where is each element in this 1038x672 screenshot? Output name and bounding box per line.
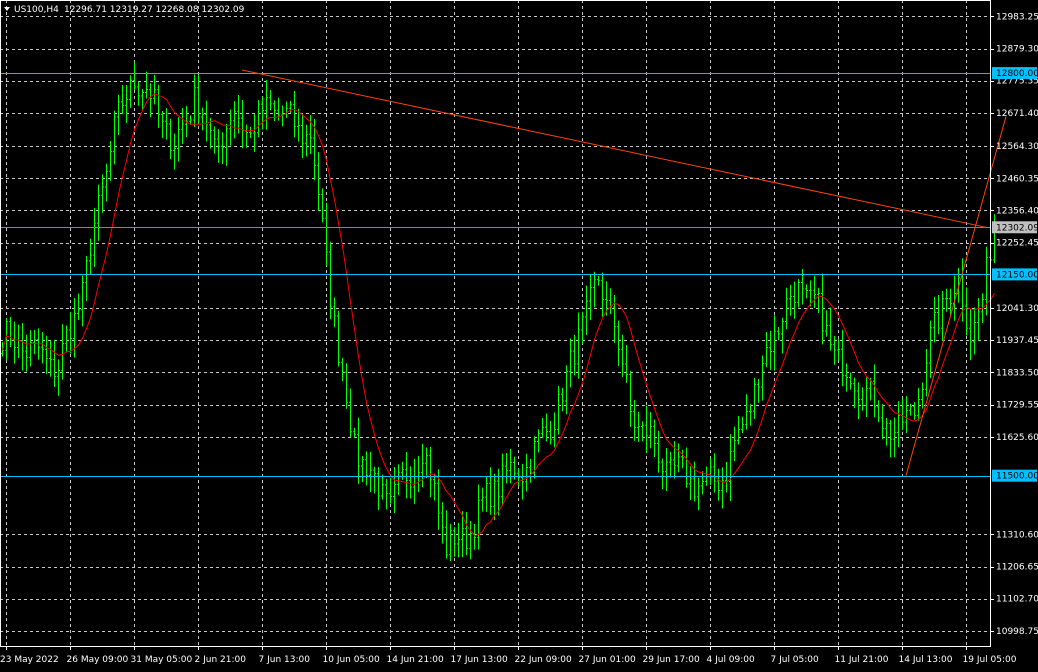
level-price-label: 11500.00 [992, 469, 1038, 482]
x-tick-label: 4 Jul 09:00 [707, 655, 756, 665]
svg-text:12800.00: 12800.00 [996, 69, 1038, 79]
y-tick-label: 11625.60 [996, 433, 1038, 443]
y-tick-label: 12564.30 [996, 142, 1038, 152]
x-tick-label: 19 Jul 05:00 [963, 655, 1017, 665]
y-tick-label: 12252.45 [996, 239, 1038, 249]
y-tick-label: 12879.30 [996, 45, 1038, 55]
x-tick-label: 7 Jul 05:00 [771, 655, 820, 665]
x-tick-label: 2 Jun 21:00 [195, 655, 247, 665]
x-tick-label: 14 Jun 21:00 [387, 655, 444, 665]
y-tick-label: 11310.60 [996, 530, 1038, 540]
y-tick-label: 12041.30 [996, 304, 1038, 314]
y-tick-label: 11206.65 [996, 563, 1038, 573]
x-tick-label: 26 May 09:00 [67, 655, 129, 665]
y-tick-label: 12460.35 [996, 174, 1038, 184]
x-tick-label: 23 May 2022 [0, 655, 59, 665]
y-tick-label: 11833.50 [996, 368, 1038, 378]
y-tick-label: 11102.70 [996, 595, 1038, 605]
x-tick-label: 31 May 05:00 [131, 655, 193, 665]
x-tick-label: 7 Jun 13:00 [259, 655, 311, 665]
x-tick-label: 10 Jun 05:00 [323, 655, 380, 665]
price-chart[interactable]: 12983.2512879.3012775.3512671.4012564.30… [0, 0, 1038, 672]
x-tick-label: 11 Jul 21:00 [835, 655, 889, 665]
level-price-label: 12800.00 [992, 67, 1038, 80]
x-tick-label: 29 Jun 17:00 [643, 655, 700, 665]
y-tick-label: 10998.75 [996, 627, 1038, 637]
current-price-label: 12302.09 [992, 221, 1038, 234]
symbol-label: US100,H4 [14, 5, 59, 15]
x-tick-label: 27 Jun 01:00 [579, 655, 636, 665]
x-tick-label: 22 Jun 09:00 [515, 655, 572, 665]
x-tick-label: 17 Jun 13:00 [451, 655, 508, 665]
chart-header: US100,H4 12296.71 12319.27 12268.08 1230… [4, 5, 245, 15]
x-tick-label: 14 Jul 13:00 [899, 655, 953, 665]
y-tick-label: 12671.40 [996, 109, 1038, 119]
y-tick-label: 12356.40 [996, 206, 1038, 216]
y-tick-label: 11729.55 [996, 401, 1038, 411]
y-tick-label: 12983.25 [996, 12, 1038, 22]
level-price-label: 12150.00 [992, 268, 1038, 281]
svg-text:12150.00: 12150.00 [996, 270, 1038, 280]
svg-text:11500.00: 11500.00 [996, 472, 1038, 482]
y-tick-label: 11937.45 [996, 336, 1038, 346]
ohlc-readout: 12296.71 12319.27 12268.08 12302.09 [64, 5, 245, 15]
svg-text:12302.09: 12302.09 [996, 223, 1038, 233]
